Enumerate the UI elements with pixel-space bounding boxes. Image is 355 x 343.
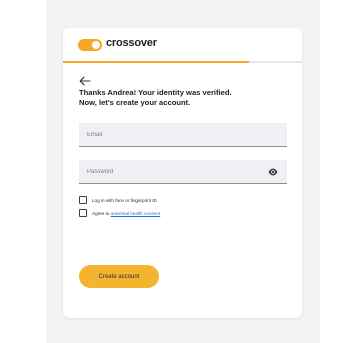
progress-bar-fill xyxy=(63,61,250,63)
password-field xyxy=(79,160,287,184)
password-input[interactable] xyxy=(79,160,287,183)
heading-line-2: Now, let's create your account. xyxy=(79,98,191,107)
signup-card: crossover Thanks Andrea! Your identity w… xyxy=(63,28,302,318)
heading-line-1: Thanks Andrea! Your identity was verifie… xyxy=(79,88,232,97)
consent-prefix: Agree to xyxy=(92,210,111,216)
biometric-login-option[interactable]: Log in with face or fingerprint ID xyxy=(79,196,157,204)
biometric-checkbox[interactable] xyxy=(79,196,87,204)
brand-name: crossover xyxy=(106,37,157,49)
card-header: crossover xyxy=(63,28,302,62)
progress-bar xyxy=(63,61,302,63)
crossover-logo-icon xyxy=(78,39,102,51)
biometric-checkbox-label: Log in with face or fingerprint ID xyxy=(92,197,157,203)
create-account-button[interactable]: Create account xyxy=(79,265,159,288)
consent-checkbox[interactable] xyxy=(79,209,87,217)
email-input[interactable] xyxy=(79,123,287,146)
email-field xyxy=(79,123,287,147)
eye-icon[interactable] xyxy=(268,168,278,176)
consent-option[interactable]: Agree to universal health consent xyxy=(79,209,160,217)
page-heading: Thanks Andrea! Your identity was verifie… xyxy=(79,88,289,108)
consent-checkbox-label: Agree to universal health consent xyxy=(92,211,160,216)
arrow-left-icon[interactable] xyxy=(79,76,91,86)
health-consent-link[interactable]: universal health consent xyxy=(111,211,161,216)
